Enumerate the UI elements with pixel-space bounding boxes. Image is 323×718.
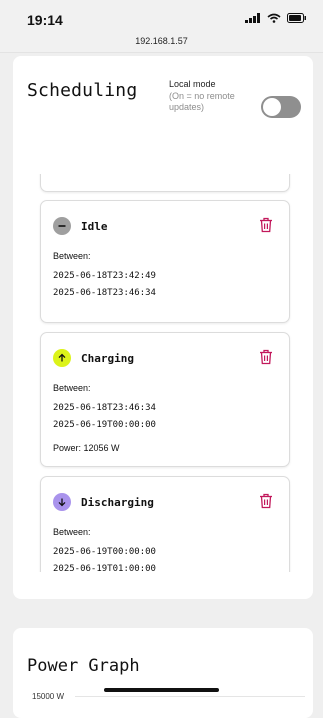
page-title: Scheduling: [27, 80, 138, 101]
arrow-down-icon: [53, 493, 71, 511]
event-card-idle: Idle Between: 2025-06-18T23:42:49 2025-0…: [40, 200, 290, 323]
event-card-partial: [40, 174, 290, 192]
local-mode-section: Local mode (On = no remote updates): [169, 79, 269, 113]
event-title: Idle: [81, 219, 108, 233]
battery-icon: [287, 13, 306, 23]
event-header: Idle: [53, 217, 108, 235]
scheduling-card: Scheduling Local mode (On = no remote up…: [13, 56, 313, 599]
event-power: Power: 12056 W: [53, 443, 120, 453]
event-end: 2025-06-19T00:00:00: [53, 420, 156, 430]
toggle-knob: [263, 98, 281, 116]
home-indicator[interactable]: [104, 688, 219, 692]
event-title: Discharging: [81, 495, 154, 509]
event-title: Charging: [81, 351, 134, 365]
trash-icon[interactable]: [259, 493, 273, 509]
event-start: 2025-06-18T23:46:34: [53, 403, 156, 413]
local-mode-hint: (On = no remote updates): [169, 91, 235, 112]
signal-icon: [245, 13, 260, 23]
local-mode-label: Local mode: [169, 79, 216, 89]
arrow-up-icon: [53, 349, 71, 367]
event-card-discharging: Discharging Between: 2025-06-19T00:00:00…: [40, 476, 290, 572]
event-start: 2025-06-19T00:00:00: [53, 547, 156, 557]
between-label: Between:: [53, 251, 91, 261]
event-header: Discharging: [53, 493, 154, 511]
event-end: 2025-06-19T01:00:00: [53, 564, 156, 572]
event-card-charging: Charging Between: 2025-06-18T23:46:34 20…: [40, 332, 290, 467]
status-bar: 19:14: [0, 0, 323, 34]
event-start: 2025-06-18T23:42:49: [53, 271, 156, 281]
between-label: Between:: [53, 527, 91, 537]
event-end: 2025-06-18T23:46:34: [53, 288, 156, 298]
between-label: Between:: [53, 383, 91, 393]
status-time: 19:14: [27, 12, 63, 28]
minus-icon: [53, 217, 71, 235]
graph-gridline: [75, 696, 305, 697]
power-graph-title: Power Graph: [27, 656, 140, 676]
wifi-icon: [267, 13, 281, 23]
status-icons: [245, 13, 307, 23]
local-mode-toggle[interactable]: [261, 96, 301, 118]
power-graph-card: Power Graph 15000 W: [13, 628, 313, 718]
trash-icon[interactable]: [259, 217, 273, 233]
events-list[interactable]: Idle Between: 2025-06-18T23:42:49 2025-0…: [13, 174, 313, 572]
url-bar[interactable]: 192.168.1.57: [0, 34, 323, 53]
trash-icon[interactable]: [259, 349, 273, 365]
url-text: 192.168.1.57: [135, 36, 188, 46]
event-header: Charging: [53, 349, 134, 367]
